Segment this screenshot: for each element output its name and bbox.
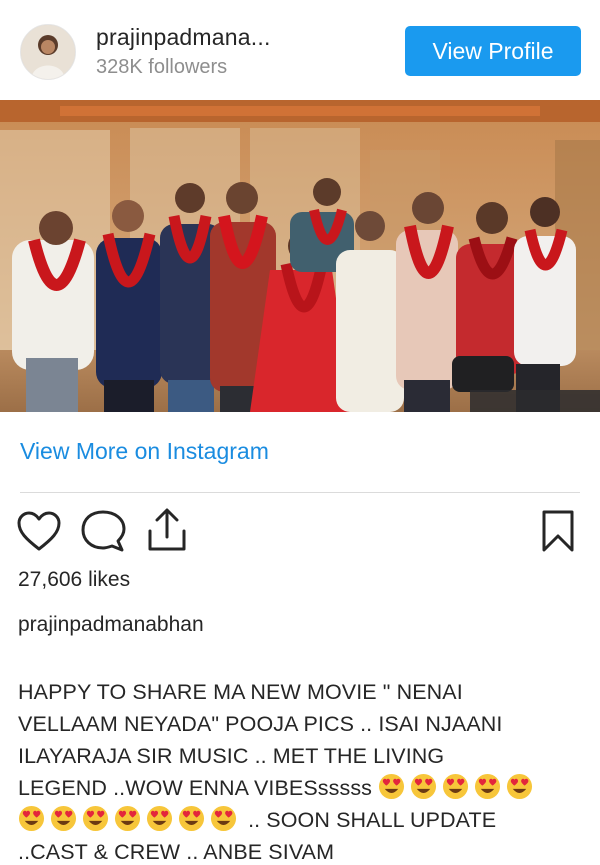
post-caption: HAPPY TO SHARE MA NEW MOVIE " NENAI VELL… — [18, 676, 590, 865]
caption-line: ..CAST & CREW .. ANBE SIVAM — [18, 840, 335, 864]
heart-eyes-emoji — [82, 805, 109, 832]
bookmark-icon[interactable] — [540, 509, 576, 558]
heart-eyes-emoji — [475, 773, 501, 800]
view-more-on-instagram-link[interactable]: View More on Instagram — [20, 438, 269, 465]
caption-line: HAPPY TO SHARE MA NEW MOVIE " NENAI — [18, 680, 463, 704]
heart-eyes-emoji — [18, 805, 45, 832]
heart-outline-icon[interactable] — [16, 510, 62, 557]
post-photo[interactable] — [0, 100, 600, 412]
heart-eyes-emoji — [146, 805, 173, 832]
post-header: prajinpadmana... 328K followers View Pro… — [0, 0, 600, 100]
caption-line: .. SOON SHALL UPDATE — [18, 804, 590, 836]
profile-avatar[interactable] — [20, 24, 76, 80]
heart-eyes-emoji — [443, 773, 469, 800]
instagram-embed-card: prajinpadmana... 328K followers View Pro… — [0, 0, 600, 865]
caption-line: ILAYARAJA SIR MUSIC .. MET THE LIVING — [18, 744, 445, 768]
heart-eyes-emoji — [379, 773, 405, 800]
heart-eyes-emoji — [178, 805, 205, 832]
heart-eyes-emoji-row — [378, 773, 538, 800]
like-count: 27,606 likes — [18, 568, 131, 591]
caption-line-text: .. SOON SHALL UPDATE — [248, 808, 497, 832]
divider — [20, 492, 580, 493]
comment-bubble-icon[interactable] — [80, 509, 126, 558]
heart-eyes-emoji-row — [18, 805, 242, 832]
caption-line: LEGEND ..WOW ENNA VIBESsssss — [18, 772, 590, 804]
follower-count: 328K followers — [96, 56, 228, 78]
caption-line-text: LEGEND ..WOW ENNA VIBESsssss — [18, 776, 373, 800]
heart-eyes-emoji — [114, 805, 141, 832]
caption-line: VELLAAM NEYADA" POOJA PICS .. ISAI NJAAN… — [18, 712, 503, 736]
heart-eyes-emoji — [210, 805, 237, 832]
heart-eyes-emoji — [411, 773, 437, 800]
heart-eyes-emoji — [507, 773, 533, 800]
share-upload-icon[interactable] — [144, 507, 190, 558]
heart-eyes-emoji — [50, 805, 77, 832]
profile-username[interactable]: prajinpadmana... — [96, 24, 271, 51]
caption-username[interactable]: prajinpadmanabhan — [18, 613, 204, 637]
view-profile-button[interactable]: View Profile — [405, 26, 581, 76]
